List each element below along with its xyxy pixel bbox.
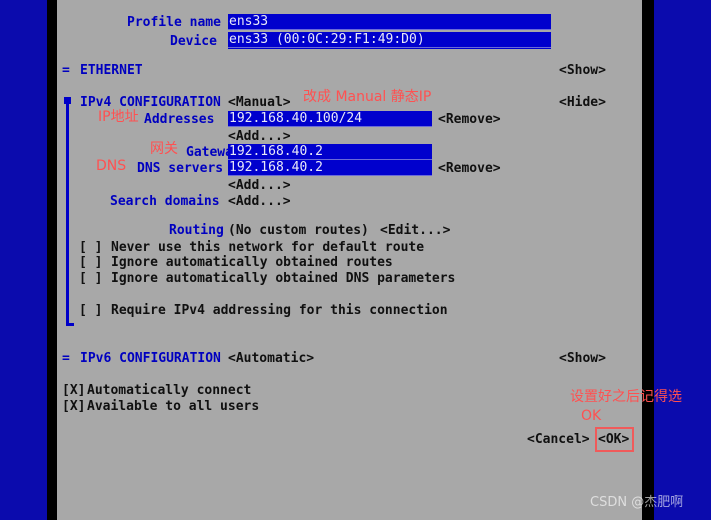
profile-name-label: Profile name bbox=[127, 15, 221, 30]
ipv4-expanded-marker-icon bbox=[64, 97, 71, 104]
checkbox-state-all-users[interactable]: [X] bbox=[62, 399, 85, 414]
ipv4-section-bracket bbox=[66, 104, 74, 326]
checkbox-state-ignore-routes[interactable]: [ ] bbox=[79, 255, 102, 270]
checkbox-label-never-default-route: Never use this network for default route bbox=[111, 240, 425, 255]
ipv6-marker-icon: = bbox=[62, 351, 70, 366]
dns-remove-button[interactable]: <Remove> bbox=[438, 161, 501, 176]
gateway-input[interactable]: 192.168.40.2 bbox=[228, 144, 432, 160]
cancel-button[interactable]: <Cancel> bbox=[527, 432, 590, 447]
checkbox-state-auto-connect[interactable]: [X] bbox=[62, 383, 85, 398]
checkbox-state-require-ipv4[interactable]: [ ] bbox=[79, 303, 102, 318]
ok-annotation-line1: 设置好之后记得选 bbox=[570, 389, 682, 405]
addresses-input[interactable]: 192.168.40.100/24 bbox=[228, 111, 432, 127]
gateway-value: 192.168.40.2 bbox=[229, 144, 323, 159]
ok-button[interactable]: <OK> bbox=[598, 432, 629, 447]
dns-underline bbox=[228, 175, 432, 176]
checkbox-label-all-users: Available to all users bbox=[87, 399, 260, 414]
routing-edit-button[interactable]: <Edit...> bbox=[380, 223, 450, 238]
ipv6-show-toggle[interactable]: <Show> bbox=[559, 351, 606, 366]
ok-annotation-line2: OK bbox=[581, 408, 602, 424]
dns-annotation: DNS bbox=[96, 158, 127, 174]
watermark: CSDN @杰肥啊 bbox=[590, 495, 684, 510]
addresses-value: 192.168.40.100/24 bbox=[229, 111, 363, 126]
device-underline bbox=[228, 47, 551, 48]
device-label: Device bbox=[170, 34, 217, 49]
addresses-add-button[interactable]: <Add...> bbox=[228, 129, 291, 144]
ipv6-mode-select[interactable]: <Automatic> bbox=[228, 351, 314, 366]
profile-name-underline bbox=[228, 29, 551, 30]
addresses-label: Addresses bbox=[144, 112, 215, 127]
terminal-screen: Profile name ens33 Device ens33 (00:0C:2… bbox=[0, 0, 711, 520]
checkbox-state-never-default-route[interactable]: [ ] bbox=[79, 240, 102, 255]
routing-label: Routing bbox=[169, 223, 224, 238]
dns-add-button[interactable]: <Add...> bbox=[228, 178, 291, 193]
dns-label: DNS servers bbox=[137, 161, 224, 176]
checkbox-label-auto-connect: Automatically connect bbox=[87, 383, 252, 398]
profile-name-value: ens33 bbox=[229, 14, 269, 29]
ipv4-section-title: IPv4 CONFIGURATION bbox=[80, 95, 221, 110]
profile-name-input[interactable]: ens33 bbox=[228, 14, 551, 30]
checkbox-label-ignore-routes: Ignore automatically obtained routes bbox=[111, 255, 393, 270]
search-domains-add-button[interactable]: <Add...> bbox=[228, 194, 291, 209]
ethernet-show-toggle[interactable]: <Show> bbox=[559, 63, 606, 78]
dns-value: 192.168.40.2 bbox=[229, 160, 323, 175]
ethernet-marker-icon: = bbox=[62, 63, 70, 78]
dns-input[interactable]: 192.168.40.2 bbox=[228, 160, 432, 176]
routing-value: (No custom routes) bbox=[228, 223, 369, 238]
gateway-annotation: 网关 bbox=[150, 141, 178, 157]
device-value: ens33 (00:0C:29:F1:49:D0) bbox=[229, 32, 425, 47]
ipv6-section-title: IPv6 CONFIGURATION bbox=[80, 351, 221, 366]
search-domains-label: Search domains bbox=[110, 194, 220, 209]
ipv4-mode-annotation: 改成 Manual 静态IP bbox=[303, 89, 432, 105]
ethernet-section-title: ETHERNET bbox=[80, 63, 143, 78]
checkbox-state-ignore-dns[interactable]: [ ] bbox=[79, 271, 102, 286]
addresses-annotation: IP地址 bbox=[98, 109, 139, 125]
ipv4-hide-toggle[interactable]: <Hide> bbox=[559, 95, 606, 110]
addresses-remove-button[interactable]: <Remove> bbox=[438, 112, 501, 127]
checkbox-label-ignore-dns: Ignore automatically obtained DNS parame… bbox=[111, 271, 456, 286]
addresses-underline bbox=[228, 126, 432, 127]
ipv4-mode-select[interactable]: <Manual> bbox=[228, 95, 291, 110]
checkbox-label-require-ipv4: Require IPv4 addressing for this connect… bbox=[111, 303, 448, 318]
